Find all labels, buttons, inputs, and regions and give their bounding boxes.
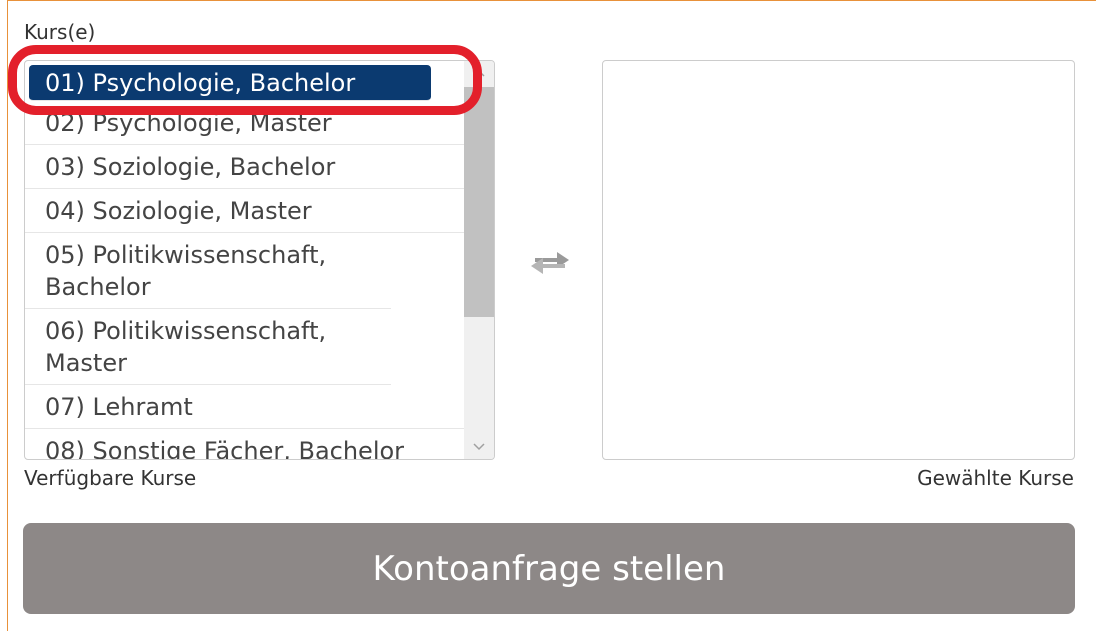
swap-arrows-icon[interactable] xyxy=(527,244,573,280)
course-option[interactable]: 05) Politikwissenschaft, Bachelor xyxy=(25,233,391,309)
available-courses-caption: Verfügbare Kurse xyxy=(24,466,197,490)
course-option[interactable]: 06) Politikwissenschaft, Master xyxy=(25,309,391,385)
listbox-scrollbar[interactable] xyxy=(464,61,494,459)
courses-label: Kurs(e) xyxy=(24,20,96,44)
submit-account-request-button[interactable]: Kontoanfrage stellen xyxy=(23,523,1075,614)
chevron-down-icon[interactable] xyxy=(464,435,494,459)
selected-courses-listbox[interactable] xyxy=(602,60,1075,460)
course-option[interactable]: 02) Psychologie, Master xyxy=(25,101,465,145)
available-courses-list: 01) Psychologie, Bachelor 02) Psychologi… xyxy=(25,61,465,459)
scrollbar-thumb[interactable] xyxy=(464,87,494,317)
course-option[interactable]: 08) Sonstige Fächer, Bachelor xyxy=(25,429,465,459)
available-courses-listbox[interactable]: 01) Psychologie, Bachelor 02) Psychologi… xyxy=(24,60,495,460)
chevron-up-icon[interactable] xyxy=(464,61,494,85)
course-option[interactable]: 07) Lehramt xyxy=(25,385,465,429)
course-option[interactable]: 03) Soziologie, Bachelor xyxy=(25,145,465,189)
course-option[interactable]: 01) Psychologie, Bachelor xyxy=(29,65,431,101)
selected-courses-caption: Gewählte Kurse xyxy=(917,466,1074,490)
course-option[interactable]: 04) Soziologie, Master xyxy=(25,189,465,233)
